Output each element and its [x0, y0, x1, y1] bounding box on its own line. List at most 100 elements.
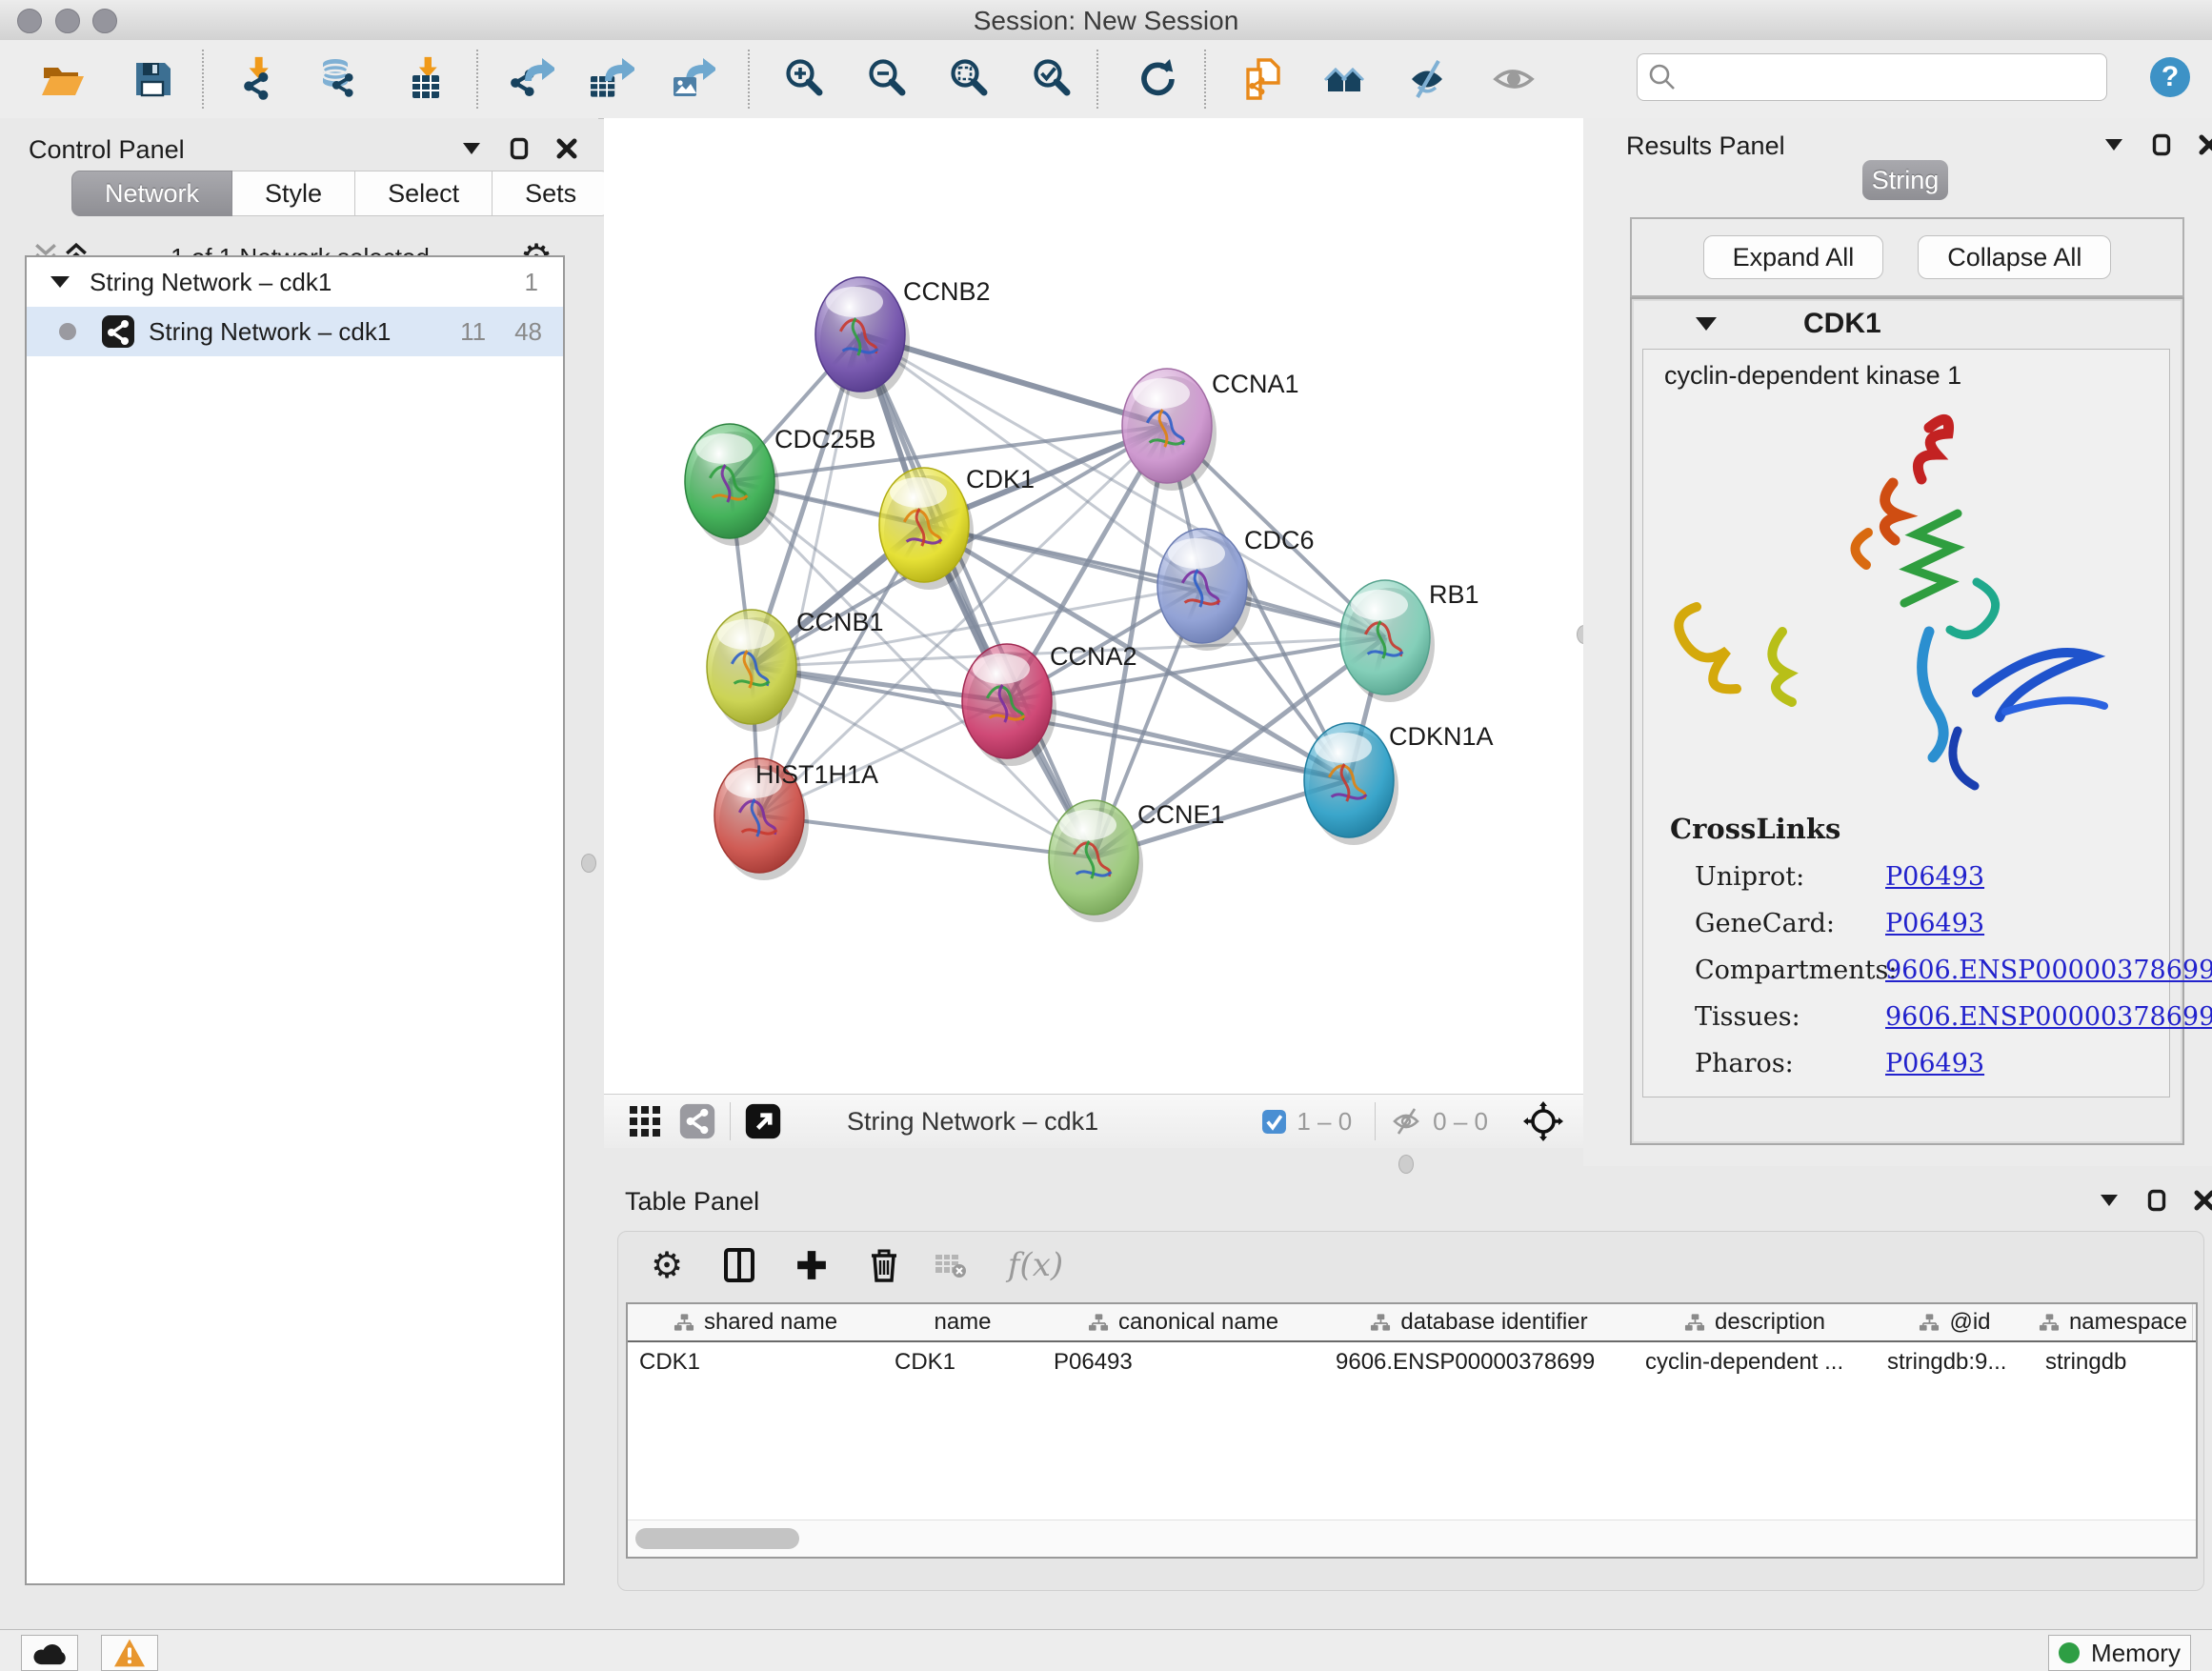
node-CDKN1A[interactable]: CDKN1A [1304, 722, 1494, 845]
node-label-CCNB1: CCNB1 [796, 608, 884, 636]
node-CCNA1[interactable]: CCNA1 [1122, 369, 1299, 491]
column-header-description[interactable]: description [1634, 1304, 1877, 1340]
export-table-icon [589, 56, 634, 102]
search-box[interactable] [1637, 53, 2107, 101]
edge-HIST1H1A-CCNE1[interactable] [759, 815, 1094, 857]
crosslink-link[interactable]: P06493 [1885, 862, 1984, 892]
column-header-shared-name[interactable]: shared name [628, 1304, 884, 1340]
import-network-from-file-button[interactable] [234, 54, 284, 104]
panel-menu-icon[interactable] [2102, 133, 2125, 156]
gene-card-header[interactable]: CDK1 [1632, 299, 2182, 349]
crosslink-link[interactable]: 9606.ENSP00000378699 [1885, 1002, 2212, 1032]
column-type-icon [1088, 1313, 1109, 1333]
grid-view-icon[interactable] [629, 1105, 661, 1137]
tab-network[interactable]: Network [71, 171, 232, 216]
tab-string[interactable]: String [1862, 160, 1948, 200]
selected-checkbox-icon[interactable] [1261, 1109, 1287, 1135]
column-header-namespace[interactable]: namespace [2034, 1304, 2193, 1340]
control-panel-title: Control Panel [29, 135, 185, 165]
node-CDC25B[interactable]: CDC25B [685, 424, 876, 546]
node-CCNE1[interactable]: CCNE1 [1049, 800, 1225, 922]
panel-close-icon[interactable] [2193, 1189, 2212, 1212]
node-label-HIST1H1A: HIST1H1A [755, 760, 878, 789]
network-view-title: String Network – cdk1 [847, 1107, 1098, 1137]
panel-close-icon[interactable] [555, 137, 578, 160]
zoom-fit-content-button[interactable] [945, 54, 995, 104]
zoom-out-button[interactable] [863, 54, 913, 104]
crosshair-icon[interactable] [1522, 1100, 1564, 1142]
table-options-gear-icon[interactable]: ⚙ [645, 1243, 689, 1287]
export-image-button[interactable] [668, 54, 717, 104]
panel-menu-icon[interactable] [460, 137, 483, 160]
import-table-icon [404, 56, 450, 102]
edge-CCNB2-HIST1H1A[interactable] [759, 334, 860, 815]
refresh-button[interactable] [1133, 54, 1182, 104]
birds-eye-view-icon[interactable] [744, 1102, 782, 1140]
tab-select[interactable]: Select [355, 171, 493, 216]
column-header-database-identifier[interactable]: database identifier [1324, 1304, 1635, 1340]
gene-collapse-icon[interactable] [1695, 315, 1718, 332]
node-CCNB1[interactable]: CCNB1 [707, 608, 884, 732]
node-CDK1[interactable]: CDK1 [879, 465, 1035, 590]
panel-float-icon[interactable] [508, 137, 531, 160]
network-canvas[interactable]: CCNB2 CCNA1 CDC25B CDK1 CDC6 RB1 CCNB1 CCNA2 CDK… [604, 118, 1583, 1094]
network-row[interactable]: String Network – cdk1 11 48 [27, 307, 563, 356]
collection-expand-icon[interactable] [50, 274, 70, 290]
left-splitter-handle[interactable] [581, 854, 596, 873]
doc-share-icon [1240, 56, 1286, 102]
scrollbar-thumb[interactable] [635, 1528, 799, 1549]
crosslink-link[interactable]: 9606.ENSP00000378699 [1885, 956, 2212, 985]
delete-table-icon [929, 1243, 973, 1287]
show-graphics-details-button[interactable] [1319, 54, 1369, 104]
save-session-button[interactable] [128, 54, 177, 104]
network-edge-count: 48 [514, 317, 542, 347]
node-CDC6[interactable]: CDC6 [1157, 526, 1315, 651]
zoom-in-button[interactable] [780, 54, 830, 104]
import-network-from-database-button[interactable] [315, 54, 365, 104]
node-label-CDC6: CDC6 [1244, 526, 1315, 554]
search-input[interactable] [1687, 63, 2106, 91]
delete-column-trash-icon[interactable] [862, 1243, 906, 1287]
network-share-badge-icon[interactable] [678, 1102, 716, 1140]
node-label-CCNA2: CCNA2 [1050, 642, 1137, 671]
export-table-button[interactable] [587, 54, 636, 104]
zoom-selected-button[interactable] [1028, 54, 1077, 104]
edge-CCNB2-CCNE1[interactable] [860, 334, 1094, 857]
node-CCNB2[interactable]: CCNB2 [815, 277, 991, 399]
column-type-icon [1370, 1313, 1391, 1333]
cloud-button[interactable] [21, 1635, 78, 1671]
panel-menu-icon[interactable] [2098, 1189, 2121, 1212]
node-RB1[interactable]: RB1 [1340, 580, 1479, 702]
import-table-from-file-button[interactable] [402, 54, 452, 104]
network-collection-row[interactable]: String Network – cdk1 1 [27, 257, 563, 307]
table-horizontal-scrollbar[interactable] [628, 1520, 2196, 1557]
table-cell: P06493 [1042, 1346, 1324, 1379]
help-button[interactable]: ? [2145, 52, 2195, 102]
crosslink-link[interactable]: P06493 [1885, 909, 1984, 938]
add-row-plus-icon[interactable] [790, 1243, 834, 1287]
column-header-canonical-name[interactable]: canonical name [1042, 1304, 1325, 1340]
tab-style[interactable]: Style [232, 171, 355, 216]
export-network-button[interactable] [507, 54, 556, 104]
node-HIST1H1A[interactable]: HIST1H1A [714, 758, 878, 880]
warning-button[interactable] [101, 1635, 158, 1671]
panel-float-icon[interactable] [2145, 1189, 2168, 1212]
hide-graphics-details-button[interactable] [1404, 54, 1454, 104]
protein-structure-image [1643, 392, 2169, 801]
collapse-all-button[interactable]: Collapse All [1918, 235, 2111, 279]
toggle-details-button[interactable] [1489, 54, 1538, 104]
expand-all-button[interactable]: Expand All [1703, 235, 1884, 279]
crosslink-link[interactable]: P06493 [1885, 1049, 1984, 1078]
panel-float-icon[interactable] [2150, 133, 2173, 156]
node-label-CDK1: CDK1 [966, 465, 1035, 493]
memory-button[interactable]: Memory [2048, 1635, 2191, 1671]
edge-CDK1-RB1[interactable] [924, 525, 1385, 637]
column-header-name[interactable]: name [883, 1304, 1043, 1340]
share-document-button[interactable] [1238, 54, 1288, 104]
column-header-@id[interactable]: @id [1876, 1304, 2035, 1340]
tab-sets[interactable]: Sets [493, 171, 610, 216]
open-session-button[interactable] [37, 54, 87, 104]
panel-close-icon[interactable] [2198, 133, 2212, 156]
splitter-handle[interactable] [1398, 1155, 1414, 1174]
create-column-icon[interactable] [717, 1243, 761, 1287]
